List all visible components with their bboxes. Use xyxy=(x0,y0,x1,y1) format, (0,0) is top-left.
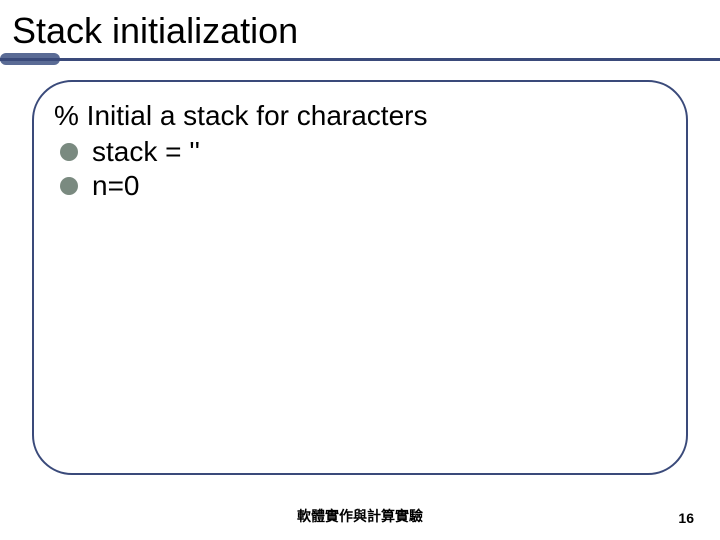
footer-text: 軟體實作與計算實驗 xyxy=(0,506,720,526)
bullet-icon xyxy=(60,143,78,161)
bullet-item: n=0 xyxy=(54,170,666,202)
bullet-text: n=0 xyxy=(92,170,140,202)
bullet-icon xyxy=(60,177,78,195)
content-box: % Initial a stack for characters stack =… xyxy=(32,80,688,475)
bullet-text: stack = '' xyxy=(92,136,200,168)
comment-line: % Initial a stack for characters xyxy=(54,100,666,132)
bullet-item: stack = '' xyxy=(54,136,666,168)
title-rule xyxy=(0,58,720,61)
page-number: 16 xyxy=(678,510,694,526)
slide-title: Stack initialization xyxy=(12,10,298,52)
